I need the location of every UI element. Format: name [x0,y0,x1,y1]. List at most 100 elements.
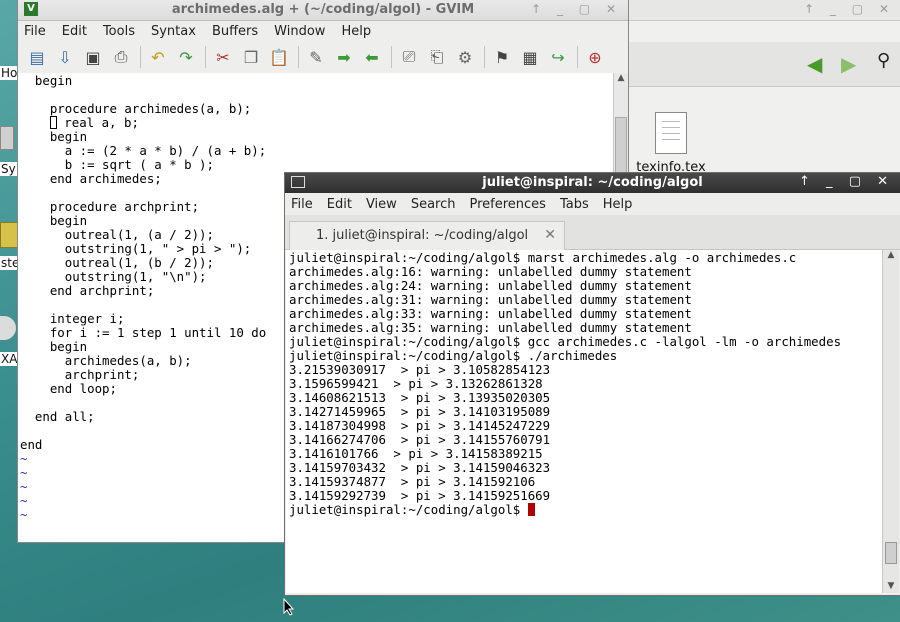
file-manager-toolbar: ◀ ▶ ⚲ [601,42,900,87]
gvim-code: begin procedure archimedes(a, b); real a… [20,74,266,522]
find-next-icon[interactable]: ➡ [333,46,355,68]
toolbar-separator [391,46,392,68]
code-line: archimedes(a, b); [20,353,192,368]
terminal-titlebar: juliet@inspiral: ~/coding/algol ↑ _ ▢ ✕ [285,173,900,193]
code-line: outstring(1, " > pi > "); [20,241,252,256]
print-icon[interactable]: ⎙ [110,46,132,68]
terminal-line: juliet@inspiral:~/coding/algol$ ./archim… [289,348,618,363]
code-line: procedure archimedes(a, b); [20,101,252,116]
gvim-menu-tools[interactable]: Tools [103,24,135,39]
scroll-up-icon[interactable]: ▲ [883,250,899,262]
terminal-line: 3.14166274706 > pi > 3.14155760791 [289,432,551,447]
code-line: begin [20,339,88,354]
terminal-line: 3.1416101766 > pi > 3.14158389215 [289,446,543,461]
desktop-drive-icon[interactable] [0,126,14,150]
gvim-menu-file[interactable]: File [24,24,46,39]
code-line: a := (2 * a * b) / (a + b); [20,143,267,158]
terminal-menubar: File Edit View Search Preferences Tabs H… [285,193,900,215]
code-line: for i := 1 step 1 until 10 do [20,325,267,340]
gvim-scroll-thumb[interactable] [615,117,627,179]
toolbar-separator [205,46,206,68]
terminal-line: 3.14187304998 > pi > 3.14145247229 [289,418,551,433]
help-icon[interactable]: ⊕ [584,46,606,68]
desktop-disc-icon[interactable] [0,316,16,340]
jump-tag-icon[interactable]: ↪ [547,46,569,68]
replace-icon[interactable]: ✎ [305,46,327,68]
open-icon[interactable]: ▤ [26,46,48,68]
terminal-tab-label: 1. juliet@inspiral: ~/coding/algol [316,228,529,243]
gvim-menu-help[interactable]: Help [341,24,371,39]
scroll-down-icon[interactable]: ▼ [883,581,899,593]
back-arrow-icon[interactable]: ◀ [807,52,822,76]
gvim-menu-syntax[interactable]: Syntax [151,24,196,39]
empty-line-marker: ~ [20,507,28,522]
desktop-label-xa[interactable]: XA [0,352,19,366]
make-icon[interactable]: ⚑ [491,46,513,68]
terminal-window: juliet@inspiral: ~/coding/algol ↑ _ ▢ ✕ … [285,173,900,595]
file-texinfo[interactable]: texinfo.tex [631,112,711,175]
terminal-menu-file[interactable]: File [291,197,313,212]
terminal-tab[interactable]: 1. juliet@inspiral: ~/coding/algol ✕ [289,221,565,250]
toolbar-separator [577,46,578,68]
save-as-icon[interactable]: ⇩ [54,46,76,68]
code-line: integer i; [20,311,125,326]
terminal-line: archimedes.alg:16: warning: unlabelled d… [289,264,692,279]
redo-icon[interactable]: ↷ [175,46,197,68]
run-script-icon[interactable]: ⚙ [454,46,476,68]
terminal-window-buttons[interactable]: ↑ _ ▢ ✕ [799,174,894,189]
gvim-menu-window[interactable]: Window [274,24,325,39]
gvim-window-buttons[interactable]: ↑ _ ▢ ✕ [531,2,622,16]
load-session-icon[interactable]: ⎚ [398,46,420,68]
code-line: end archimedes; [20,171,162,186]
search-icon[interactable]: ⚲ [877,50,890,71]
desktop-folder-icon[interactable] [0,222,20,248]
scroll-up-icon[interactable]: ▲ [614,73,628,85]
gvim-toolbar: ▤ ⇩ ▣ ⎙ ↶ ↷ ✂ ❐ 📋 ✎ ➡ ⬅ ⎚ ⎗ ⚙ ⚑ ▦ ↪ ⊕ [18,41,628,74]
terminal-output[interactable]: juliet@inspiral:~/coding/algol$ marst ar… [286,250,882,593]
empty-line-marker: ~ [20,493,28,508]
terminal-line: 3.21539030917 > pi > 3.10582854123 [289,362,551,377]
undo-icon[interactable]: ↶ [147,46,169,68]
terminal-menu-edit[interactable]: Edit [327,197,352,212]
terminal-line: archimedes.alg:24: warning: unlabelled d… [289,278,692,293]
paste-icon[interactable]: 📋 [268,46,290,68]
terminal-menu-search[interactable]: Search [411,197,456,212]
gvim-titlebar: V archimedes.alg + (~/coding/algol) - GV… [18,0,628,21]
terminal-menu-preferences[interactable]: Preferences [469,197,545,212]
terminal-menu-tabs[interactable]: Tabs [560,197,589,212]
forward-arrow-icon[interactable]: ▶ [841,52,856,76]
terminal-scrollbar[interactable]: ▲ ▼ [882,250,899,593]
empty-line-marker: ~ [20,465,28,480]
copy-icon[interactable]: ❐ [240,46,262,68]
code-line: outreal(1, (a / 2)); [20,227,214,242]
save-session-icon[interactable]: ⎗ [426,46,448,68]
cut-icon[interactable]: ✂ [212,46,234,68]
empty-line-marker: ~ [20,451,28,466]
file-manager-window-buttons[interactable]: ↑ _ ▢ ✕ [804,2,895,16]
terminal-menu-view[interactable]: View [366,197,397,212]
desktop-label-system[interactable]: Sy [0,162,17,176]
code-line: procedure archprint; [20,199,200,214]
code-line: b := sqrt ( a * b ); [20,157,214,172]
code-line: end [20,437,43,452]
find-prev-icon[interactable]: ⬅ [361,46,383,68]
gvim-menu-edit[interactable]: Edit [62,24,87,39]
terminal-menu-help[interactable]: Help [603,197,633,212]
save-icon[interactable]: ▣ [82,46,104,68]
code-line: begin [20,213,88,228]
code-line: end loop; [20,381,117,396]
terminal-line: 3.14159292739 > pi > 3.14159251669 [289,488,551,503]
gvim-menu-buffers[interactable]: Buffers [212,24,258,39]
ctags-icon[interactable]: ▦ [519,46,541,68]
code-line-text: real a, b; [56,115,139,130]
close-tab-icon[interactable]: ✕ [544,227,556,243]
toolbar-separator [298,46,299,68]
terminal-scroll-thumb[interactable] [885,542,897,564]
code-line: real a, b; [20,116,266,130]
toolbar-separator [484,46,485,68]
